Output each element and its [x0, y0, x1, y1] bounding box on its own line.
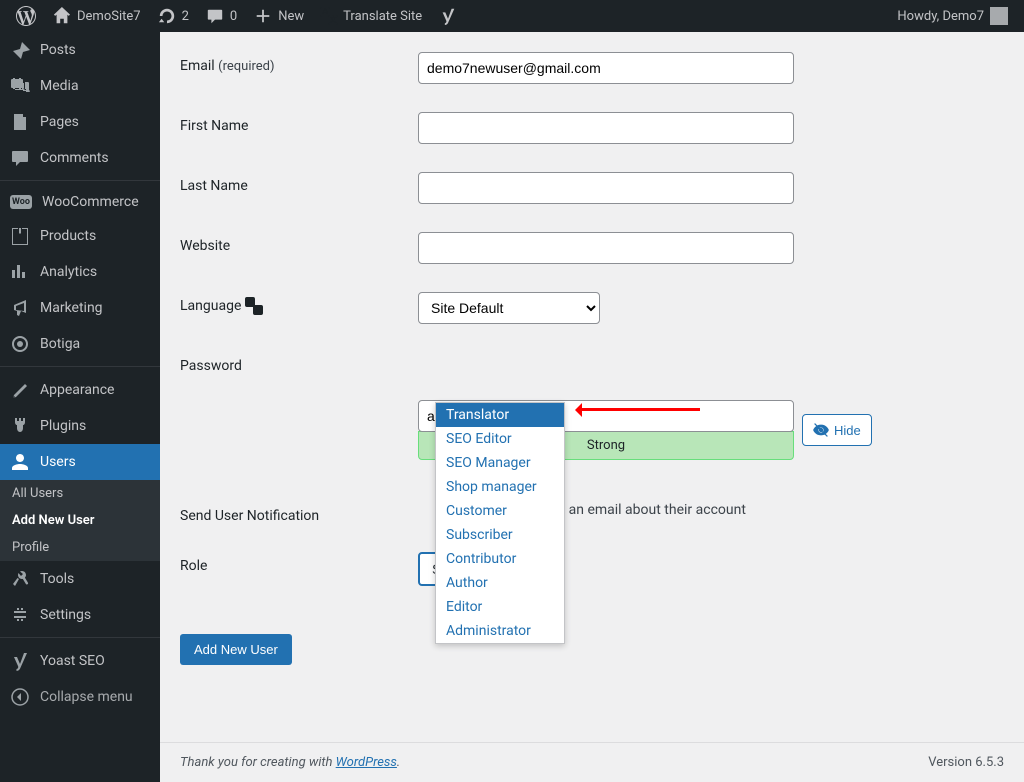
admin-bar: DemoSite7 2 0 New Translate Site Howdy, … [0, 0, 1024, 32]
menu-pages[interactable]: Pages [0, 104, 160, 140]
users-icon [10, 452, 30, 472]
menu-botiga[interactable]: Botiga [0, 326, 160, 362]
comments-count: 0 [230, 9, 237, 24]
translate-label-icon [245, 298, 263, 314]
website-label: Website [180, 232, 418, 254]
submenu-profile[interactable]: Profile [0, 534, 160, 561]
appearance-icon [10, 380, 30, 400]
site-name-label: DemoSite7 [77, 9, 141, 24]
comments[interactable]: 0 [197, 0, 245, 32]
account[interactable]: Howdy, Demo7 [897, 7, 1016, 25]
yoast-bar[interactable] [430, 0, 466, 32]
avatar [990, 7, 1008, 25]
notification-label: Send User Notification [180, 502, 418, 524]
updates-count: 2 [182, 9, 189, 24]
site-name[interactable]: DemoSite7 [44, 0, 149, 32]
menu-analytics[interactable]: Analytics [0, 254, 160, 290]
dropdown-item-customer[interactable]: Customer [436, 499, 564, 523]
submenu-all-users[interactable]: All Users [0, 480, 160, 507]
menu-settings[interactable]: Settings [0, 597, 160, 633]
menu-marketing[interactable]: Marketing [0, 290, 160, 326]
dropdown-item-seo-manager[interactable]: SEO Manager [436, 451, 564, 475]
dropdown-item-subscriber[interactable]: Subscriber [436, 523, 564, 547]
menu-products[interactable]: Products [0, 218, 160, 254]
last-name-input[interactable] [418, 172, 794, 204]
new-label: New [278, 9, 304, 24]
content-area: Email (required) First Name Last Name We… [160, 32, 1024, 782]
password-label: Password [180, 352, 418, 374]
menu-woocommerce[interactable]: WooWooCommerce [0, 186, 160, 218]
dropdown-item-author[interactable]: Author [436, 571, 564, 595]
comment-icon [205, 6, 225, 26]
updates-icon [157, 6, 177, 26]
home-icon [52, 6, 72, 26]
new-content[interactable]: New [245, 0, 312, 32]
hide-password-button[interactable]: Hide [802, 414, 872, 446]
dropdown-item-translator[interactable]: Translator [436, 403, 564, 427]
updates[interactable]: 2 [149, 0, 197, 32]
yoast-icon [438, 6, 458, 26]
translate-label: Translate Site [343, 9, 422, 24]
translate-site[interactable]: Translate Site [312, 0, 430, 32]
email-label: Email (required) [180, 52, 418, 74]
howdy-label: Howdy, Demo7 [897, 9, 984, 24]
page-icon [10, 112, 30, 132]
version-label: Version 6.5.3 [928, 755, 1004, 770]
analytics-icon [10, 262, 30, 282]
language-select[interactable]: Site Default [418, 292, 600, 324]
woo-icon: Woo [10, 195, 32, 209]
botiga-icon [10, 334, 30, 354]
menu-posts[interactable]: Posts [0, 32, 160, 68]
role-label: Role [180, 552, 418, 574]
eye-slash-icon [813, 422, 829, 438]
plugins-icon [10, 416, 30, 436]
yoast-menu-icon [10, 651, 30, 671]
first-name-input[interactable] [418, 112, 794, 144]
dropdown-item-editor[interactable]: Editor [436, 595, 564, 619]
wordpress-link[interactable]: WordPress [336, 755, 397, 770]
menu-yoast[interactable]: Yoast SEO [0, 643, 160, 679]
pin-icon [10, 40, 30, 60]
footer: Thank you for creating with WordPress. V… [160, 742, 1024, 782]
first-name-label: First Name [180, 112, 418, 134]
last-name-label: Last Name [180, 172, 418, 194]
collapse-menu[interactable]: Collapse menu [0, 679, 160, 715]
menu-media[interactable]: Media [0, 68, 160, 104]
menu-tools[interactable]: Tools [0, 561, 160, 597]
dropdown-item-contributor[interactable]: Contributor [436, 547, 564, 571]
menu-plugins[interactable]: Plugins [0, 408, 160, 444]
add-user-button[interactable]: Add New User [180, 634, 292, 665]
product-icon [10, 226, 30, 246]
plus-icon [253, 6, 273, 26]
role-dropdown[interactable]: Translator SEO Editor SEO Manager Shop m… [435, 402, 565, 644]
menu-appearance[interactable]: Appearance [0, 372, 160, 408]
language-label: Language [180, 292, 418, 314]
comments-icon [10, 148, 30, 168]
collapse-icon [10, 687, 30, 707]
website-input[interactable] [418, 232, 794, 264]
tools-icon [10, 569, 30, 589]
translate-icon [320, 8, 338, 24]
submenu-add-new-user[interactable]: Add New User [0, 507, 160, 534]
email-input[interactable] [418, 52, 794, 84]
menu-comments[interactable]: Comments [0, 140, 160, 176]
wordpress-icon [16, 6, 36, 26]
submenu-users: All Users Add New User Profile [0, 480, 160, 561]
menu-users[interactable]: Users [0, 444, 160, 480]
admin-sidebar: Posts Media Pages Comments WooWooCommerc… [0, 32, 160, 782]
marketing-icon [10, 298, 30, 318]
media-icon [10, 76, 30, 96]
dropdown-item-shop-manager[interactable]: Shop manager [436, 475, 564, 499]
wp-logo[interactable] [8, 0, 44, 32]
settings-icon [10, 605, 30, 625]
dropdown-item-administrator[interactable]: Administrator [436, 619, 564, 643]
dropdown-item-seo-editor[interactable]: SEO Editor [436, 427, 564, 451]
